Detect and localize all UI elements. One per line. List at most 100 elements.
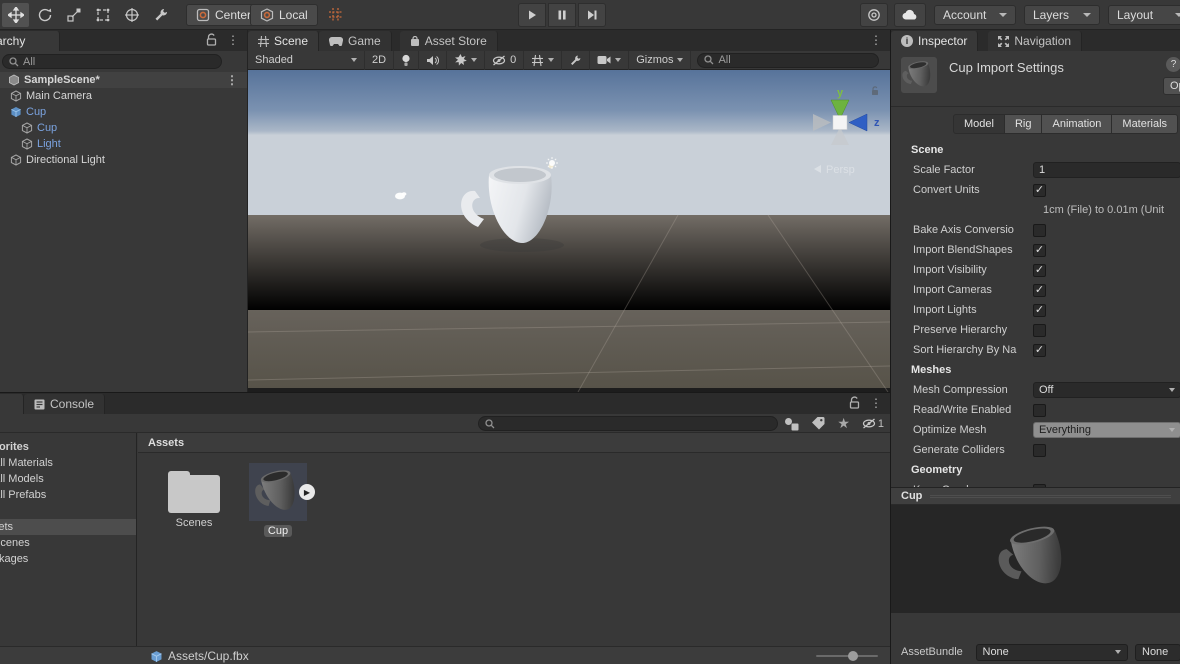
- project-search-input[interactable]: [478, 416, 778, 431]
- layers-dropdown[interactable]: Layers: [1024, 5, 1100, 25]
- move-tool-button[interactable]: [2, 3, 29, 27]
- 2d-toggle-button[interactable]: 2D: [365, 51, 394, 70]
- persp-label: Persp: [826, 164, 855, 176]
- filter-by-label-icon[interactable]: [811, 417, 825, 430]
- scene-menu-icon[interactable]: ⋮: [870, 34, 882, 46]
- play-button[interactable]: [518, 3, 546, 27]
- assetbundle-variant-dropdown[interactable]: None: [1135, 644, 1180, 661]
- gizmo-center-cube[interactable]: [833, 116, 847, 130]
- scene-viewport[interactable]: y z Persp: [248, 70, 890, 392]
- step-button[interactable]: [578, 3, 606, 27]
- import-visibility-checkbox[interactable]: ✓: [1033, 264, 1046, 277]
- sidebar-item-all-models[interactable]: All Models: [0, 471, 136, 487]
- thumbnail-zoom-slider[interactable]: [816, 655, 878, 657]
- hierarchy-menu-icon[interactable]: ⋮: [227, 34, 239, 46]
- model-tab-materials[interactable]: Materials: [1112, 114, 1178, 134]
- preview-drag-handle[interactable]: [930, 495, 1171, 498]
- hierarchy-item-label: Cup: [37, 122, 57, 134]
- asset-item-scenes[interactable]: Scenes: [158, 463, 230, 537]
- shading-mode-dropdown[interactable]: Shaded: [248, 51, 365, 70]
- lock-icon[interactable]: [206, 33, 217, 46]
- hierarchy-scene-row[interactable]: SampleScene* ⋮: [0, 72, 248, 88]
- model-tab-model[interactable]: Model: [953, 114, 1005, 134]
- tab-game[interactable]: Game: [319, 31, 392, 51]
- scale-tool-icon: [66, 7, 82, 23]
- rect-tool-button[interactable]: [89, 3, 116, 27]
- convert-units-checkbox[interactable]: ✓: [1033, 184, 1046, 197]
- tab-project[interactable]: Project: [0, 394, 24, 414]
- custom-tool-button[interactable]: [147, 3, 174, 27]
- scene-grid-dropdown[interactable]: [524, 51, 562, 70]
- tab-navigation[interactable]: Navigation: [988, 31, 1082, 51]
- pause-button[interactable]: [548, 3, 576, 27]
- account-dropdown[interactable]: Account: [934, 5, 1016, 25]
- scene-camera-dropdown[interactable]: [590, 51, 629, 70]
- sidebar-item-assets[interactable]: Assets: [0, 519, 136, 535]
- tab-scene[interactable]: Scene: [248, 31, 319, 51]
- sort-hierarchy-by-na-checkbox[interactable]: ✓: [1033, 344, 1046, 357]
- project-status-bar: Assets/Cup.fbx: [0, 646, 890, 664]
- axis-z-label[interactable]: z: [874, 117, 880, 129]
- bake-axis-conversio-checkbox[interactable]: [1033, 224, 1046, 237]
- sidebar-item-all-materials[interactable]: All Materials: [0, 455, 136, 471]
- version-control-button[interactable]: [860, 3, 888, 27]
- hierarchy-item-directional-light[interactable]: Directional Light: [0, 152, 248, 168]
- sidebar-item-all-prefabs[interactable]: All Prefabs: [0, 487, 136, 503]
- help-icon[interactable]: ?: [1166, 57, 1180, 72]
- transform-tool-button[interactable]: [118, 3, 145, 27]
- import-settings-tabs: ModelRigAnimationMaterials: [953, 114, 1178, 134]
- sidebar-item-scenes[interactable]: Scenes: [0, 535, 136, 551]
- preview-canvas[interactable]: [891, 505, 1180, 613]
- cloud-services-button[interactable]: [894, 3, 926, 27]
- filter-by-type-icon[interactable]: [784, 417, 799, 431]
- inspector-row-scale-factor: Scale Factor1: [891, 160, 1180, 180]
- preview-header[interactable]: Cup: [891, 487, 1180, 505]
- hierarchy-item-light[interactable]: Light: [0, 136, 248, 152]
- open-button[interactable]: Open: [1163, 77, 1180, 95]
- read-write-enabled-checkbox[interactable]: [1033, 404, 1046, 417]
- optimize-mesh-dropdown[interactable]: Everything: [1033, 422, 1180, 438]
- favorites-star-icon[interactable]: ★: [837, 415, 850, 432]
- tab-asset-store[interactable]: Asset Store: [400, 31, 498, 51]
- model-tab-animation[interactable]: Animation: [1042, 114, 1112, 134]
- scene-search-input[interactable]: All: [697, 53, 879, 68]
- asset-item-cup[interactable]: ▶Cup: [242, 463, 314, 537]
- project-menu-icon[interactable]: ⋮: [870, 397, 882, 409]
- sidebar-item-packages[interactable]: Packages: [0, 551, 136, 567]
- expand-asset-button[interactable]: ▶: [299, 484, 315, 500]
- zoom-slider-thumb[interactable]: [848, 651, 858, 661]
- tab-inspector[interactable]: i Inspector: [891, 31, 978, 51]
- import-cameras-checkbox[interactable]: ✓: [1033, 284, 1046, 297]
- rotate-tool-button[interactable]: [31, 3, 58, 27]
- hierarchy-item-cup[interactable]: Cup: [0, 120, 248, 136]
- rect-tool-icon: [95, 7, 111, 23]
- gizmos-dropdown[interactable]: Gizmos: [629, 51, 691, 70]
- import-lights-checkbox[interactable]: ✓: [1033, 304, 1046, 317]
- model-tab-rig[interactable]: Rig: [1005, 114, 1043, 134]
- generate-colliders-checkbox[interactable]: [1033, 444, 1046, 457]
- space-toggle-button[interactable]: Local: [250, 4, 318, 26]
- project-hidden-count-button[interactable]: 1: [862, 418, 884, 430]
- layout-dropdown[interactable]: Layout: [1108, 5, 1180, 25]
- mesh-compression-dropdown[interactable]: Off: [1033, 382, 1180, 398]
- scene-audio-button[interactable]: [419, 51, 447, 70]
- scene-effects-dropdown[interactable]: [447, 51, 485, 70]
- tab-hierarchy[interactable]: Hierarchy: [0, 31, 60, 51]
- hierarchy-item-main-camera[interactable]: Main Camera: [0, 88, 248, 104]
- scale-factor-field[interactable]: 1: [1033, 162, 1180, 178]
- assetbundle-dropdown[interactable]: None: [976, 644, 1129, 661]
- preserve-hierarchy-checkbox[interactable]: [1033, 324, 1046, 337]
- lock-icon[interactable]: [849, 396, 860, 409]
- hierarchy-search-input[interactable]: All: [2, 54, 222, 69]
- tool-settings-button[interactable]: [562, 51, 590, 70]
- grid-snap-button[interactable]: [322, 3, 349, 27]
- scale-tool-button[interactable]: [60, 3, 87, 27]
- tab-console[interactable]: Console: [24, 394, 105, 414]
- import-blendshapes-checkbox[interactable]: ✓: [1033, 244, 1046, 257]
- scene-lighting-button[interactable]: [394, 51, 419, 70]
- sidebar-item-favorites[interactable]: Favorites: [0, 439, 136, 455]
- hierarchy-item-cup[interactable]: Cup: [0, 104, 248, 120]
- axis-y-label[interactable]: y: [837, 87, 844, 99]
- scene-visibility-button[interactable]: 0: [485, 51, 524, 70]
- scene-row-menu-icon[interactable]: ⋮: [226, 74, 238, 86]
